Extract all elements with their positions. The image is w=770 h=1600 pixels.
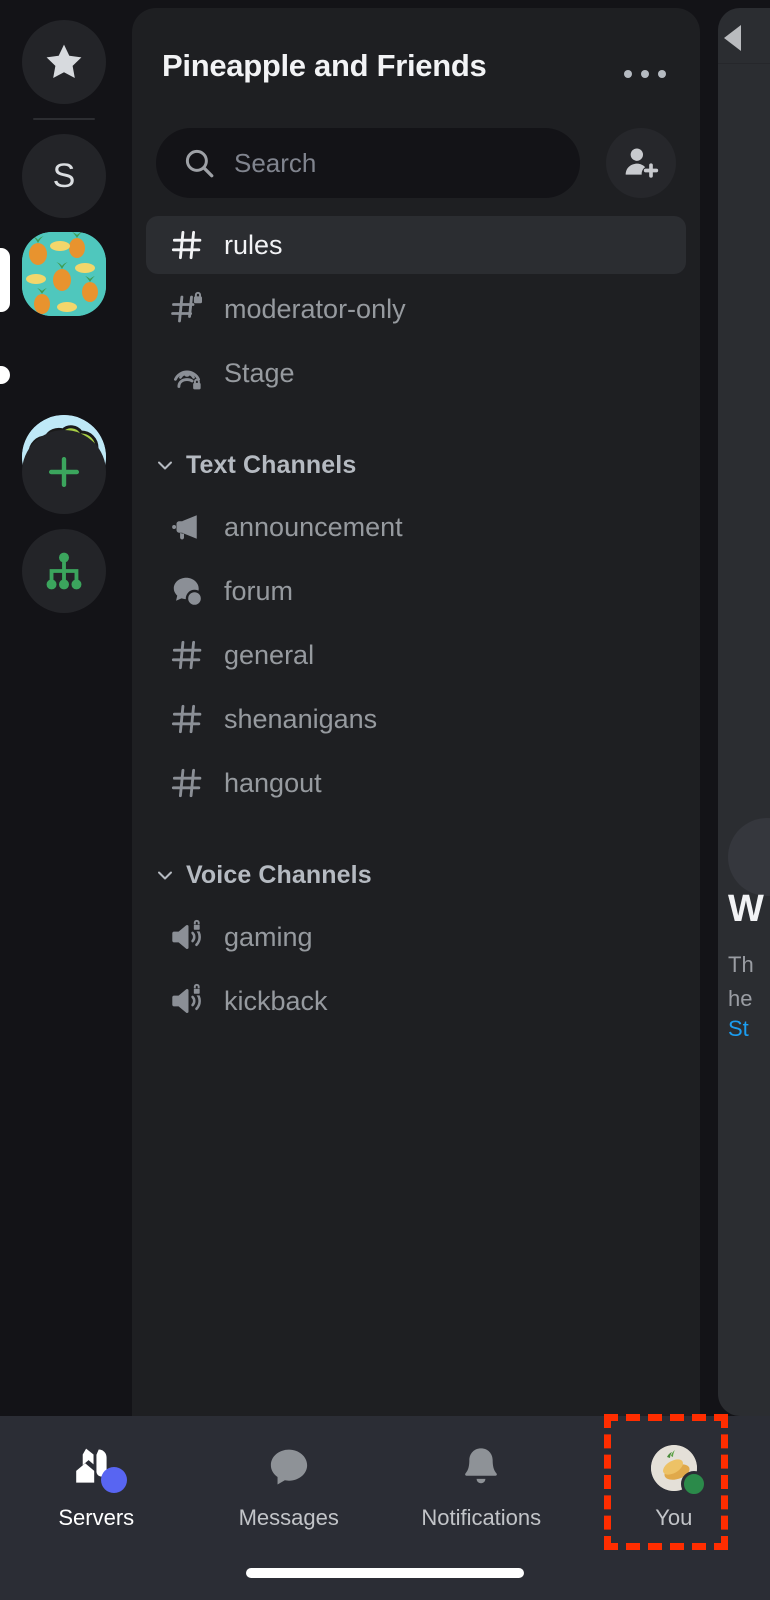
explore-servers-button[interactable]: [22, 529, 106, 613]
server-unread-indicator: [0, 366, 10, 384]
home-indicator: [246, 1568, 524, 1578]
channel-label: rules: [224, 229, 283, 260]
category-label: Voice Channels: [186, 860, 372, 889]
channel-label: gaming: [224, 921, 313, 952]
channel-avatar: [728, 818, 770, 896]
channel-item-shenanigans[interactable]: shenanigans: [146, 690, 686, 748]
channel-label: Stage: [224, 357, 295, 388]
bottom-navigation-bar: Servers Messages Notifications You: [0, 1416, 770, 1600]
server-channel-panel: Pineapple and Friends Search rules moder…: [132, 8, 700, 1416]
announcement-megaphone-icon: [168, 508, 206, 546]
channel-label: kickback: [224, 985, 328, 1016]
channel-item-announcement[interactable]: announcement: [146, 498, 686, 556]
plus-icon: [48, 456, 80, 488]
bell-icon: [454, 1441, 508, 1495]
back-arrow-icon[interactable]: [724, 25, 741, 51]
server-initial-label: S: [52, 156, 76, 195]
rail-divider: [33, 118, 95, 120]
server-panel-header: Pineapple and Friends: [132, 8, 700, 118]
servers-icon: [69, 1441, 128, 1495]
content-panel-header: [718, 8, 770, 64]
page-title: Pineapple and Friends: [162, 48, 487, 83]
more-horizontal-icon[interactable]: [614, 60, 676, 88]
star-icon: [46, 44, 82, 78]
content-link[interactable]: St: [728, 1016, 749, 1042]
explore-hierarchy-icon: [46, 552, 82, 590]
add-member-button[interactable]: [606, 128, 676, 198]
channel-label: general: [224, 639, 315, 670]
servers-badge-dot: [101, 1467, 128, 1493]
channel-content-peek-panel[interactable]: W Th he St: [718, 8, 770, 1416]
channel-item-kickback[interactable]: kickback: [146, 972, 686, 1030]
forum-icon: [168, 572, 206, 610]
content-body-line-2: he: [728, 986, 753, 1011]
voice-lock-icon: [168, 918, 206, 956]
nav-items: Servers Messages Notifications You: [0, 1416, 770, 1556]
channel-item-forum[interactable]: forum: [146, 562, 686, 620]
nav-label-you: You: [655, 1505, 693, 1530]
nav-tab-notifications[interactable]: Notifications: [385, 1416, 578, 1556]
category-label: Text Channels: [186, 450, 357, 479]
channel-label: announcement: [224, 511, 403, 542]
channel-item-general[interactable]: general: [146, 626, 686, 684]
channel-list[interactable]: rules moderator-only Stage Text Channels…: [132, 216, 700, 1416]
content-welcome-title: W: [728, 888, 764, 930]
search-icon: [182, 146, 216, 180]
avatar: [647, 1441, 707, 1497]
nav-tab-you[interactable]: You: [578, 1416, 770, 1556]
nav-label-servers: Servers: [58, 1505, 135, 1530]
nav-label-messages: Messages: [238, 1505, 339, 1530]
hash-icon: [168, 636, 206, 674]
pineapple-pattern-avatar: [22, 232, 106, 316]
voice-lock-icon: [168, 982, 206, 1020]
nav-label-notifications: Notifications: [421, 1505, 542, 1530]
nav-tab-messages[interactable]: Messages: [193, 1416, 386, 1556]
hash-icon: [168, 226, 206, 264]
sidebar-item-server-pineapple[interactable]: [22, 232, 106, 316]
search-placeholder: Search: [234, 147, 317, 178]
add-person-icon: [625, 148, 659, 178]
channel-item-rules[interactable]: rules: [146, 216, 686, 274]
server-selected-indicator: [0, 248, 10, 312]
message-bubble-icon: [262, 1441, 316, 1495]
search-row: Search: [156, 128, 676, 198]
nav-tab-servers[interactable]: Servers: [0, 1416, 193, 1556]
chevron-down-icon: [152, 452, 178, 478]
hash-lock-icon: [168, 290, 206, 328]
hash-icon: [168, 700, 206, 738]
channel-label: hangout: [224, 767, 322, 798]
channel-label: shenanigans: [224, 703, 378, 734]
sidebar-item-server-s[interactable]: S: [22, 134, 106, 218]
channel-label: forum: [224, 575, 294, 606]
sidebar-item-favorites[interactable]: [22, 20, 106, 104]
search-input[interactable]: Search: [156, 128, 580, 198]
channel-item-moderator-only[interactable]: moderator-only: [146, 280, 686, 338]
chevron-down-icon: [152, 862, 178, 888]
channel-item-stage[interactable]: Stage: [146, 344, 686, 402]
hash-icon: [168, 764, 206, 802]
channel-item-hangout[interactable]: hangout: [146, 754, 686, 812]
category-text-channels[interactable]: Text Channels: [146, 438, 700, 492]
discord-mobile-screen: W Th he St S Pineapple and Friends Searc…: [0, 0, 770, 1600]
channel-label: moderator-only: [224, 293, 406, 324]
stage-lock-icon: [168, 354, 206, 392]
content-body-line-1: Th: [728, 952, 754, 977]
channel-item-gaming[interactable]: gaming: [146, 908, 686, 966]
server-rail: S: [0, 0, 128, 1416]
category-voice-channels[interactable]: Voice Channels: [146, 848, 700, 902]
status-badge: [680, 1471, 707, 1497]
add-server-button[interactable]: [22, 430, 106, 514]
